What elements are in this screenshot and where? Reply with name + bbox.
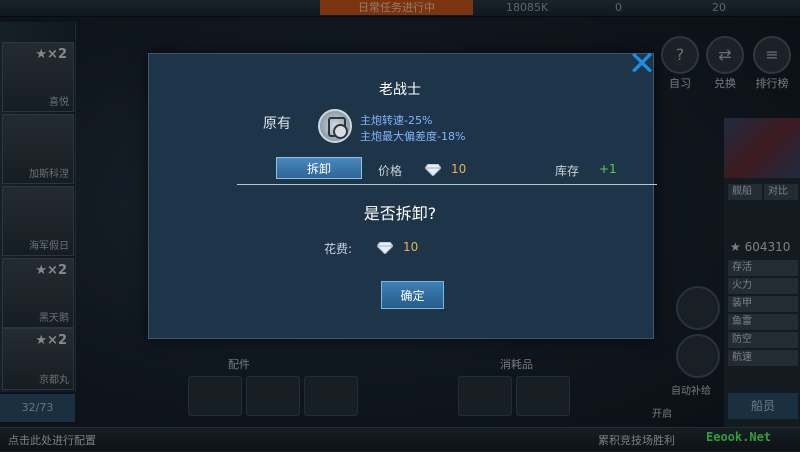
cost-value: 10 (403, 240, 419, 254)
stock-value: +1 (599, 162, 617, 176)
confirm-button[interactable]: 确定 (381, 281, 444, 309)
stock-label: 库存 (555, 164, 580, 178)
confirm-question: 是否拆卸? (363, 204, 437, 223)
perk-effect: 主炮最大偏差度-18% (360, 130, 466, 143)
cost-label: 花费: (324, 242, 353, 256)
price-value: 10 (451, 162, 467, 176)
perk-effect: 主炮转速-25% (360, 114, 433, 127)
close-icon[interactable]: ✕ (626, 47, 658, 81)
divider (237, 184, 657, 185)
veteran-perk-icon (318, 109, 352, 143)
diamond-icon (377, 242, 393, 254)
dialog-title: 老战士 (379, 82, 421, 98)
price-label: 价格 (378, 164, 403, 178)
diamond-icon (425, 164, 441, 176)
original-label: 原有 (263, 116, 291, 132)
remove-button[interactable]: 拆卸 (276, 157, 362, 179)
